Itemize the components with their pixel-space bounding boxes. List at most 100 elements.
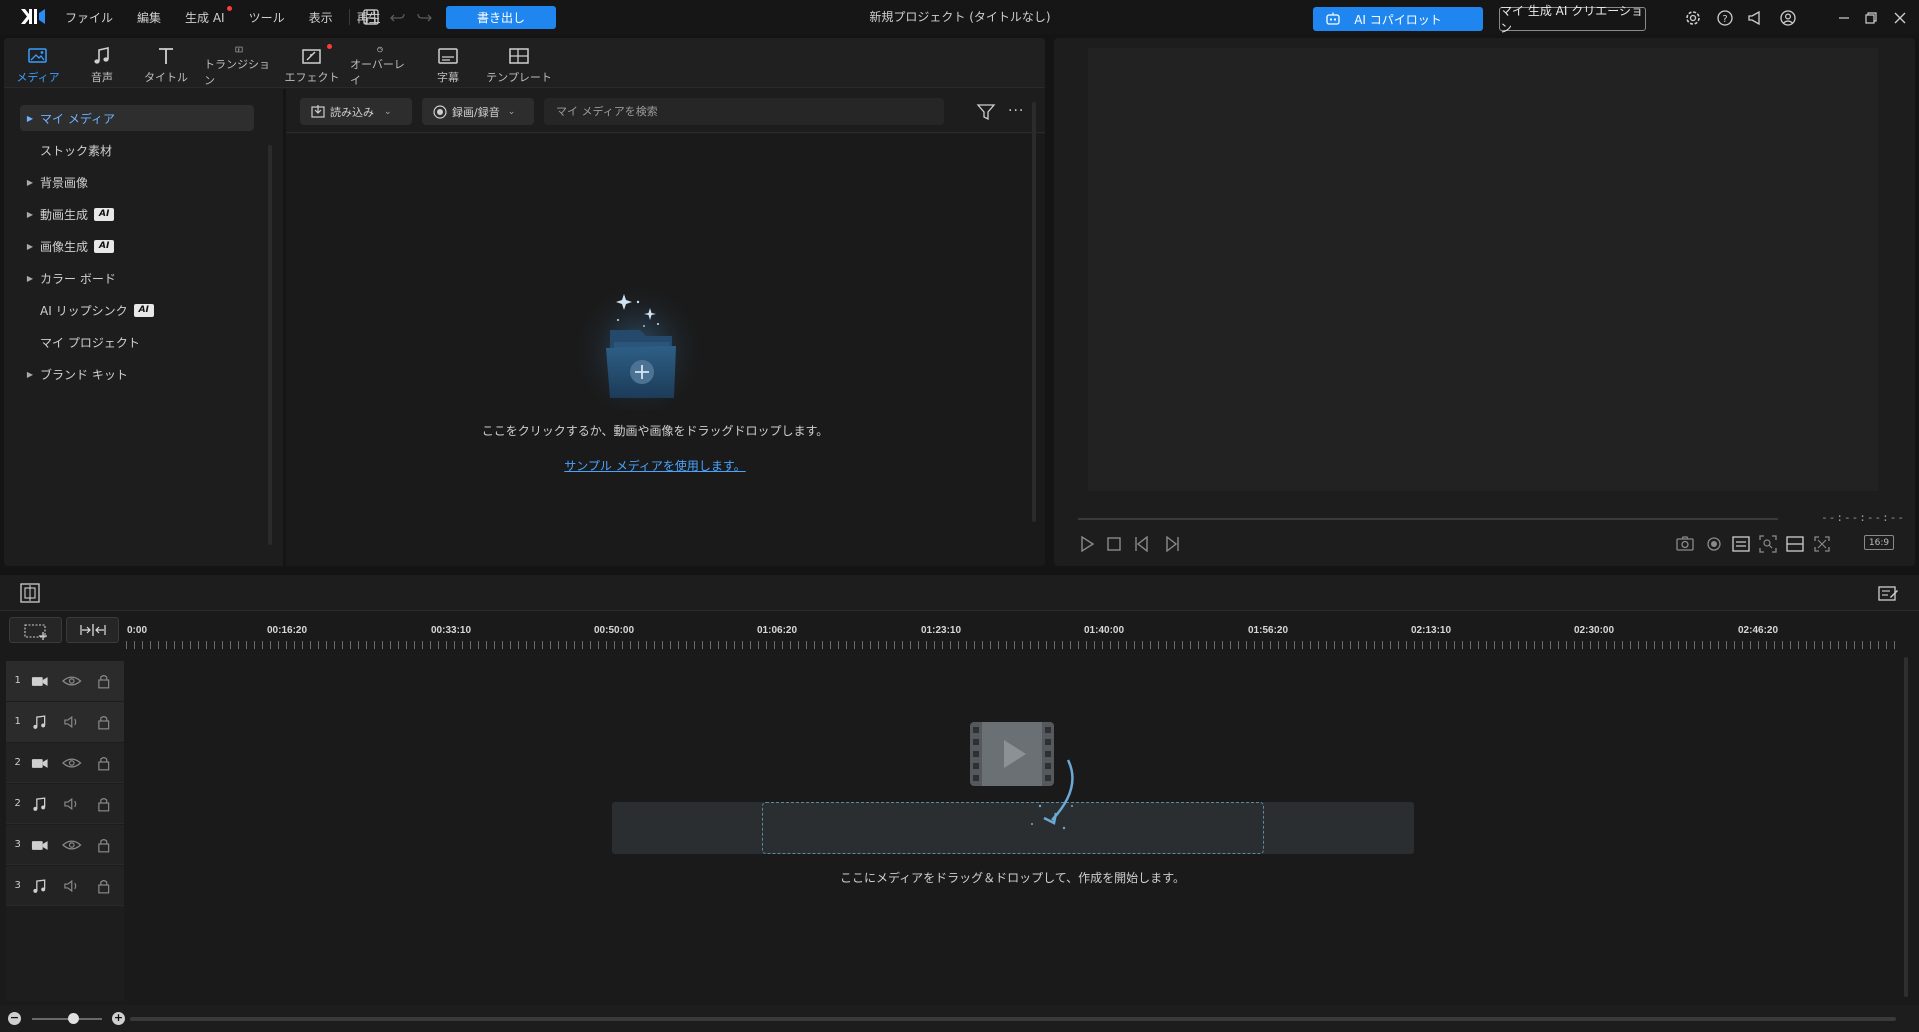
add-track-button[interactable]: [9, 617, 62, 643]
track-header-video-2[interactable]: 2: [6, 743, 124, 783]
zoom-preview-icon[interactable]: [1757, 533, 1779, 555]
filter-icon[interactable]: [976, 103, 996, 121]
settings-gear-icon[interactable]: [1683, 8, 1703, 28]
music-note-icon: [94, 47, 109, 64]
menu-view[interactable]: 表示: [309, 9, 333, 26]
timeline-tools-icon[interactable]: [19, 582, 41, 604]
my-ai-creation-button[interactable]: マイ 生成 AI クリエーション: [1499, 4, 1646, 35]
restore-icon[interactable]: [1861, 8, 1881, 28]
sidebar-item-ai-lipsync[interactable]: AI リップシンク AI: [20, 297, 254, 323]
import-label: 読み込み: [330, 105, 374, 119]
stop-icon[interactable]: [1103, 533, 1125, 555]
track-header-video-1[interactable]: 1: [6, 661, 124, 701]
more-options-icon[interactable]: ···: [1008, 103, 1028, 121]
subtitle-icon: [438, 48, 458, 64]
sidebar-item-color-board[interactable]: ▶ カラー ボード: [20, 265, 254, 291]
edit-settings-icon[interactable]: [1877, 582, 1899, 604]
expand-arrow-icon: ▶: [26, 241, 34, 251]
import-button[interactable]: 読み込み ⌄: [300, 98, 412, 125]
library-scrollbar[interactable]: [1032, 102, 1036, 522]
menu-gen-ai[interactable]: 生成 AI: [185, 5, 232, 26]
tab-effect[interactable]: エフェクト: [284, 38, 340, 88]
layout-split-icon[interactable]: [1784, 533, 1806, 555]
preview-screen[interactable]: [1088, 48, 1878, 491]
add-media-folder-icon[interactable]: [578, 280, 700, 410]
tab-media-label: メディア: [16, 71, 60, 84]
track-header-audio-3[interactable]: 3: [6, 866, 124, 906]
track-header-audio-1[interactable]: 1: [6, 702, 124, 742]
lock-icon[interactable]: [93, 755, 115, 771]
tab-audio[interactable]: 音声: [76, 38, 128, 88]
sidebar-item-label: 動画生成: [40, 207, 89, 222]
timeline-drop-hint: ここにメディアをドラッグ＆ドロップして、作成を開始します。: [839, 871, 1185, 885]
zoom-out-icon[interactable]: −: [8, 1012, 21, 1025]
tab-overlay[interactable]: オーバーレイ: [350, 38, 410, 88]
sidebar-item-my-media[interactable]: ▶ マイ メディア: [20, 105, 254, 131]
sidebar-scrollbar[interactable]: [268, 145, 272, 545]
zoom-slider-track[interactable]: [32, 1018, 102, 1020]
fullscreen-icon[interactable]: [1811, 533, 1833, 555]
lock-icon[interactable]: [93, 878, 115, 894]
undo-icon[interactable]: [388, 7, 408, 27]
notification-megaphone-icon[interactable]: [1746, 8, 1766, 28]
sidebar-item-label: AI リップシンク: [40, 303, 128, 318]
zoom-slider-thumb[interactable]: [68, 1013, 79, 1024]
record-label: 録画/録音: [452, 105, 500, 119]
sidebar-item-stock[interactable]: ストック素材: [20, 137, 254, 163]
speaker-icon[interactable]: [61, 714, 83, 730]
save-icon[interactable]: [361, 7, 381, 27]
use-sample-media-link[interactable]: サンプル メディアを使用します。: [480, 457, 830, 474]
lock-icon[interactable]: [93, 796, 115, 812]
fit-timeline-button[interactable]: [66, 617, 119, 643]
tab-template-label: テンプレート: [486, 71, 552, 84]
close-icon[interactable]: [1890, 8, 1910, 28]
timeline-vertical-scrollbar[interactable]: [1904, 657, 1908, 997]
visibility-eye-icon[interactable]: [61, 755, 83, 771]
help-icon[interactable]: ?: [1715, 8, 1735, 28]
sidebar-item-my-projects[interactable]: マイ プロジェクト: [20, 329, 254, 355]
previous-frame-icon[interactable]: [1132, 533, 1154, 555]
track-header-video-3[interactable]: 3: [6, 825, 124, 865]
timeline-horizontal-scrollbar[interactable]: [130, 1017, 1896, 1021]
menu-file[interactable]: ファイル: [65, 9, 113, 26]
robot-icon: [1326, 12, 1340, 25]
timeline-ruler[interactable]: 0:00 00:16:20 00:33:10 00:50:00 01:06:20…: [126, 611, 1902, 651]
media-search-input[interactable]: [544, 98, 944, 125]
sidebar-item-video-gen[interactable]: ▶ 動画生成 AI: [20, 201, 254, 227]
sidebar-item-image-gen[interactable]: ▶ 画像生成 AI: [20, 233, 254, 259]
tab-transition[interactable]: トランジション: [204, 38, 274, 88]
app-logo-icon[interactable]: [20, 7, 46, 26]
room-tabs: メディア 音声 タイトル トランジション エフェクト オーバーレイ 字幕 テンプ…: [4, 38, 1045, 88]
aspect-ratio-button[interactable]: 16:9: [1864, 535, 1894, 550]
tab-subtitle[interactable]: 字幕: [422, 38, 474, 88]
menu-edit[interactable]: 編集: [137, 9, 161, 26]
visibility-eye-icon[interactable]: [61, 837, 83, 853]
tab-audio-label: 音声: [91, 71, 113, 84]
play-icon[interactable]: [1076, 533, 1098, 555]
ai-copilot-button[interactable]: AI コパイロット: [1313, 7, 1483, 31]
zoom-in-icon[interactable]: +: [112, 1012, 125, 1025]
record-button[interactable]: 録画/録音 ⌄: [422, 98, 534, 125]
speaker-icon[interactable]: [61, 878, 83, 894]
visibility-eye-icon[interactable]: [61, 673, 83, 689]
preview-progress-bar[interactable]: [1078, 518, 1778, 520]
lock-icon[interactable]: [93, 714, 115, 730]
record-voice-icon[interactable]: [1703, 533, 1725, 555]
track-header-audio-2[interactable]: 2: [6, 784, 124, 824]
subtitle-toggle-icon[interactable]: [1730, 533, 1752, 555]
tab-title[interactable]: タイトル: [140, 38, 192, 88]
tab-media[interactable]: メディア: [12, 38, 64, 88]
speaker-icon[interactable]: [61, 796, 83, 812]
user-account-icon[interactable]: [1778, 8, 1798, 28]
snapshot-camera-icon[interactable]: [1674, 533, 1696, 555]
lock-icon[interactable]: [93, 837, 115, 853]
sidebar-item-brand-kit[interactable]: ▶ ブランド キット: [20, 361, 254, 387]
minimize-icon[interactable]: [1834, 8, 1854, 28]
redo-icon[interactable]: [414, 7, 434, 27]
tab-template[interactable]: テンプレート: [484, 38, 554, 88]
lock-icon[interactable]: [93, 673, 115, 689]
next-frame-icon[interactable]: [1160, 533, 1182, 555]
export-button[interactable]: 書き出し: [446, 6, 556, 29]
menu-tools[interactable]: ツール: [249, 9, 285, 26]
sidebar-item-backgrounds[interactable]: ▶ 背景画像: [20, 169, 254, 195]
